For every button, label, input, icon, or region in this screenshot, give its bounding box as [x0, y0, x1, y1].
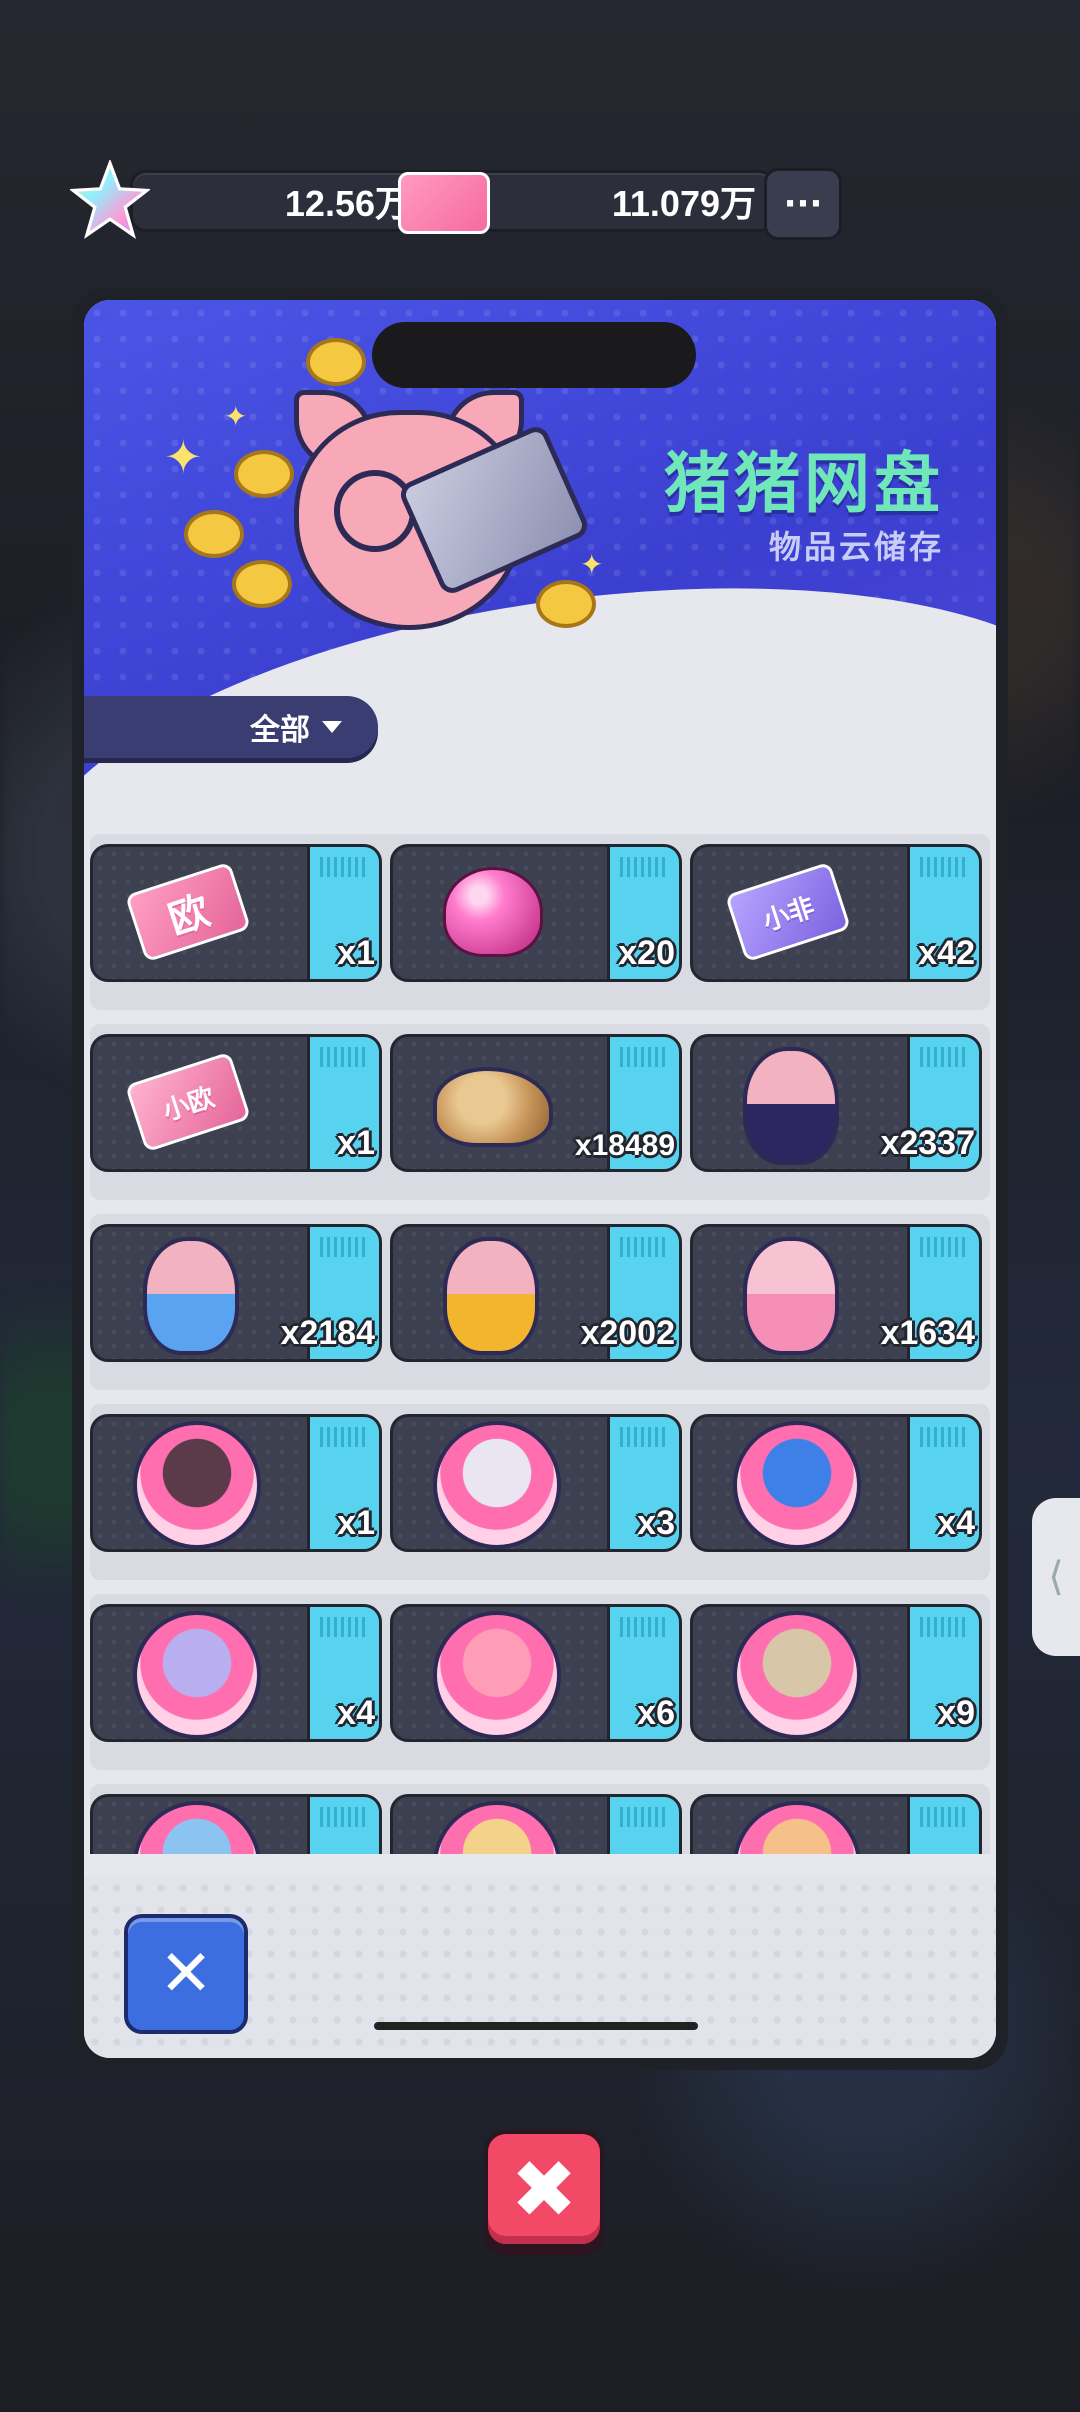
item-row: x2184 x2002 x1634 [90, 1214, 990, 1390]
storage-panel-inner: ✦ ✦ ✦ 猪猪网盘 物品云储存 全部 欧 x1 x20 小非 x42 小欧 x1 x1848… [84, 300, 996, 2058]
item-count: x4 [337, 1694, 375, 1732]
close-panel-button[interactable]: ✕ [124, 1914, 248, 2034]
item-slot[interactable]: x6 [390, 1604, 682, 1742]
sparkle-icon: ✦ [580, 548, 604, 581]
category-filter-dropdown[interactable]: 全部 [84, 696, 378, 758]
item-tag [307, 1797, 379, 1854]
character-avatar-icon [433, 1801, 561, 1854]
coin-icon [184, 510, 244, 558]
ticket-icon: 小非 [724, 861, 852, 963]
glasses-icon [334, 470, 416, 552]
item-count: x1 [337, 934, 375, 972]
ticket-icon: 小欧 [124, 1051, 252, 1153]
item-slot[interactable]: x18489 [390, 1034, 682, 1172]
item-slot[interactable] [390, 1794, 682, 1854]
home-indicator [374, 2022, 698, 2030]
item-slot[interactable]: x4 [90, 1604, 382, 1742]
caret-down-icon [322, 721, 342, 733]
item-slot[interactable]: x1634 [690, 1224, 982, 1362]
item-count: x1 [337, 1504, 375, 1542]
rainbow-star-icon [70, 160, 150, 240]
item-slot[interactable] [690, 1794, 982, 1854]
item-count: x3 [637, 1504, 675, 1542]
pig-figure-icon [143, 1237, 239, 1355]
item-slot[interactable]: 小欧 x1 [90, 1034, 382, 1172]
character-avatar-icon [133, 1611, 261, 1739]
item-count: x18489 [574, 1129, 675, 1162]
stars-value: 12.56万 [284, 183, 411, 224]
side-collapse-tab[interactable]: ⟨ [1032, 1498, 1080, 1656]
camera-notch [372, 322, 696, 388]
item-tag [607, 1797, 679, 1854]
character-avatar-icon [433, 1611, 561, 1739]
item-slot[interactable]: 小非 x42 [690, 844, 982, 982]
coin-icon [306, 338, 366, 386]
tickets-value: 11.079万 [611, 183, 756, 224]
item-slot[interactable]: x1 [90, 1414, 382, 1552]
item-count: x1634 [880, 1314, 975, 1352]
character-avatar-icon [733, 1421, 861, 1549]
ticket-icon: 欧 [124, 861, 252, 963]
sparkle-icon: ✦ [224, 400, 248, 433]
stars-counter: 12.56万 [130, 170, 430, 232]
banner-title: 猪猪网盘 [664, 445, 944, 522]
item-slot[interactable]: x9 [690, 1604, 982, 1742]
pig-ticket-icon [398, 172, 490, 234]
currency-bar: 12.56万 11.079万 ··· [70, 160, 850, 240]
item-slot[interactable]: x4 [690, 1414, 982, 1552]
pig-figure-icon [743, 1047, 839, 1165]
character-avatar-icon [133, 1421, 261, 1549]
item-slot[interactable]: 欧 x1 [90, 844, 382, 982]
item-count: x2337 [880, 1124, 975, 1162]
item-count: x2184 [280, 1314, 375, 1352]
character-avatar-icon [133, 1801, 261, 1854]
coin-icon [536, 580, 596, 628]
item-slot[interactable]: x2184 [90, 1224, 382, 1362]
pig-figure-icon [743, 1237, 839, 1355]
gem-icon [443, 867, 543, 957]
banner-subtitle: 物品云储存 [768, 528, 944, 566]
item-count: x4 [937, 1504, 975, 1542]
item-slot[interactable]: x20 [390, 844, 682, 982]
coin-icon [232, 560, 292, 608]
item-count: x2002 [580, 1314, 675, 1352]
item-row: 小欧 x1 x18489 x2337 [90, 1024, 990, 1200]
item-row: x4 x6 x9 [90, 1594, 990, 1770]
item-grid: 欧 x1 x20 小非 x42 小欧 x1 x18489 x2337 x2184 x2002 x163… [90, 834, 990, 1854]
item-count: x20 [618, 934, 675, 972]
close-popup-button[interactable]: ✖ [484, 2130, 604, 2248]
item-slot[interactable]: x2337 [690, 1034, 982, 1172]
item-slot[interactable] [90, 1794, 382, 1854]
item-count: x1 [337, 1124, 375, 1162]
bread-icon [433, 1067, 553, 1147]
item-count: x42 [918, 934, 975, 972]
item-slot[interactable]: x2002 [390, 1224, 682, 1362]
filter-label: 全部 [250, 713, 310, 748]
more-button[interactable]: ··· [764, 168, 842, 240]
character-avatar-icon [733, 1801, 861, 1854]
item-slot[interactable]: x3 [390, 1414, 682, 1552]
sparkle-icon: ✦ [164, 430, 203, 484]
item-count: x9 [937, 1694, 975, 1732]
character-avatar-icon [433, 1421, 561, 1549]
character-avatar-icon [733, 1611, 861, 1739]
pig-figure-icon [443, 1237, 539, 1355]
storage-panel: ✦ ✦ ✦ 猪猪网盘 物品云储存 全部 欧 x1 x20 小非 x42 小欧 x1 x1848… [72, 288, 1008, 2070]
coin-icon [234, 450, 294, 498]
item-row [90, 1784, 990, 1854]
item-row: 欧 x1 x20 小非 x42 [90, 834, 990, 1010]
item-tag [907, 1797, 979, 1854]
item-count: x6 [637, 1694, 675, 1732]
item-row: x1 x3 x4 [90, 1404, 990, 1580]
